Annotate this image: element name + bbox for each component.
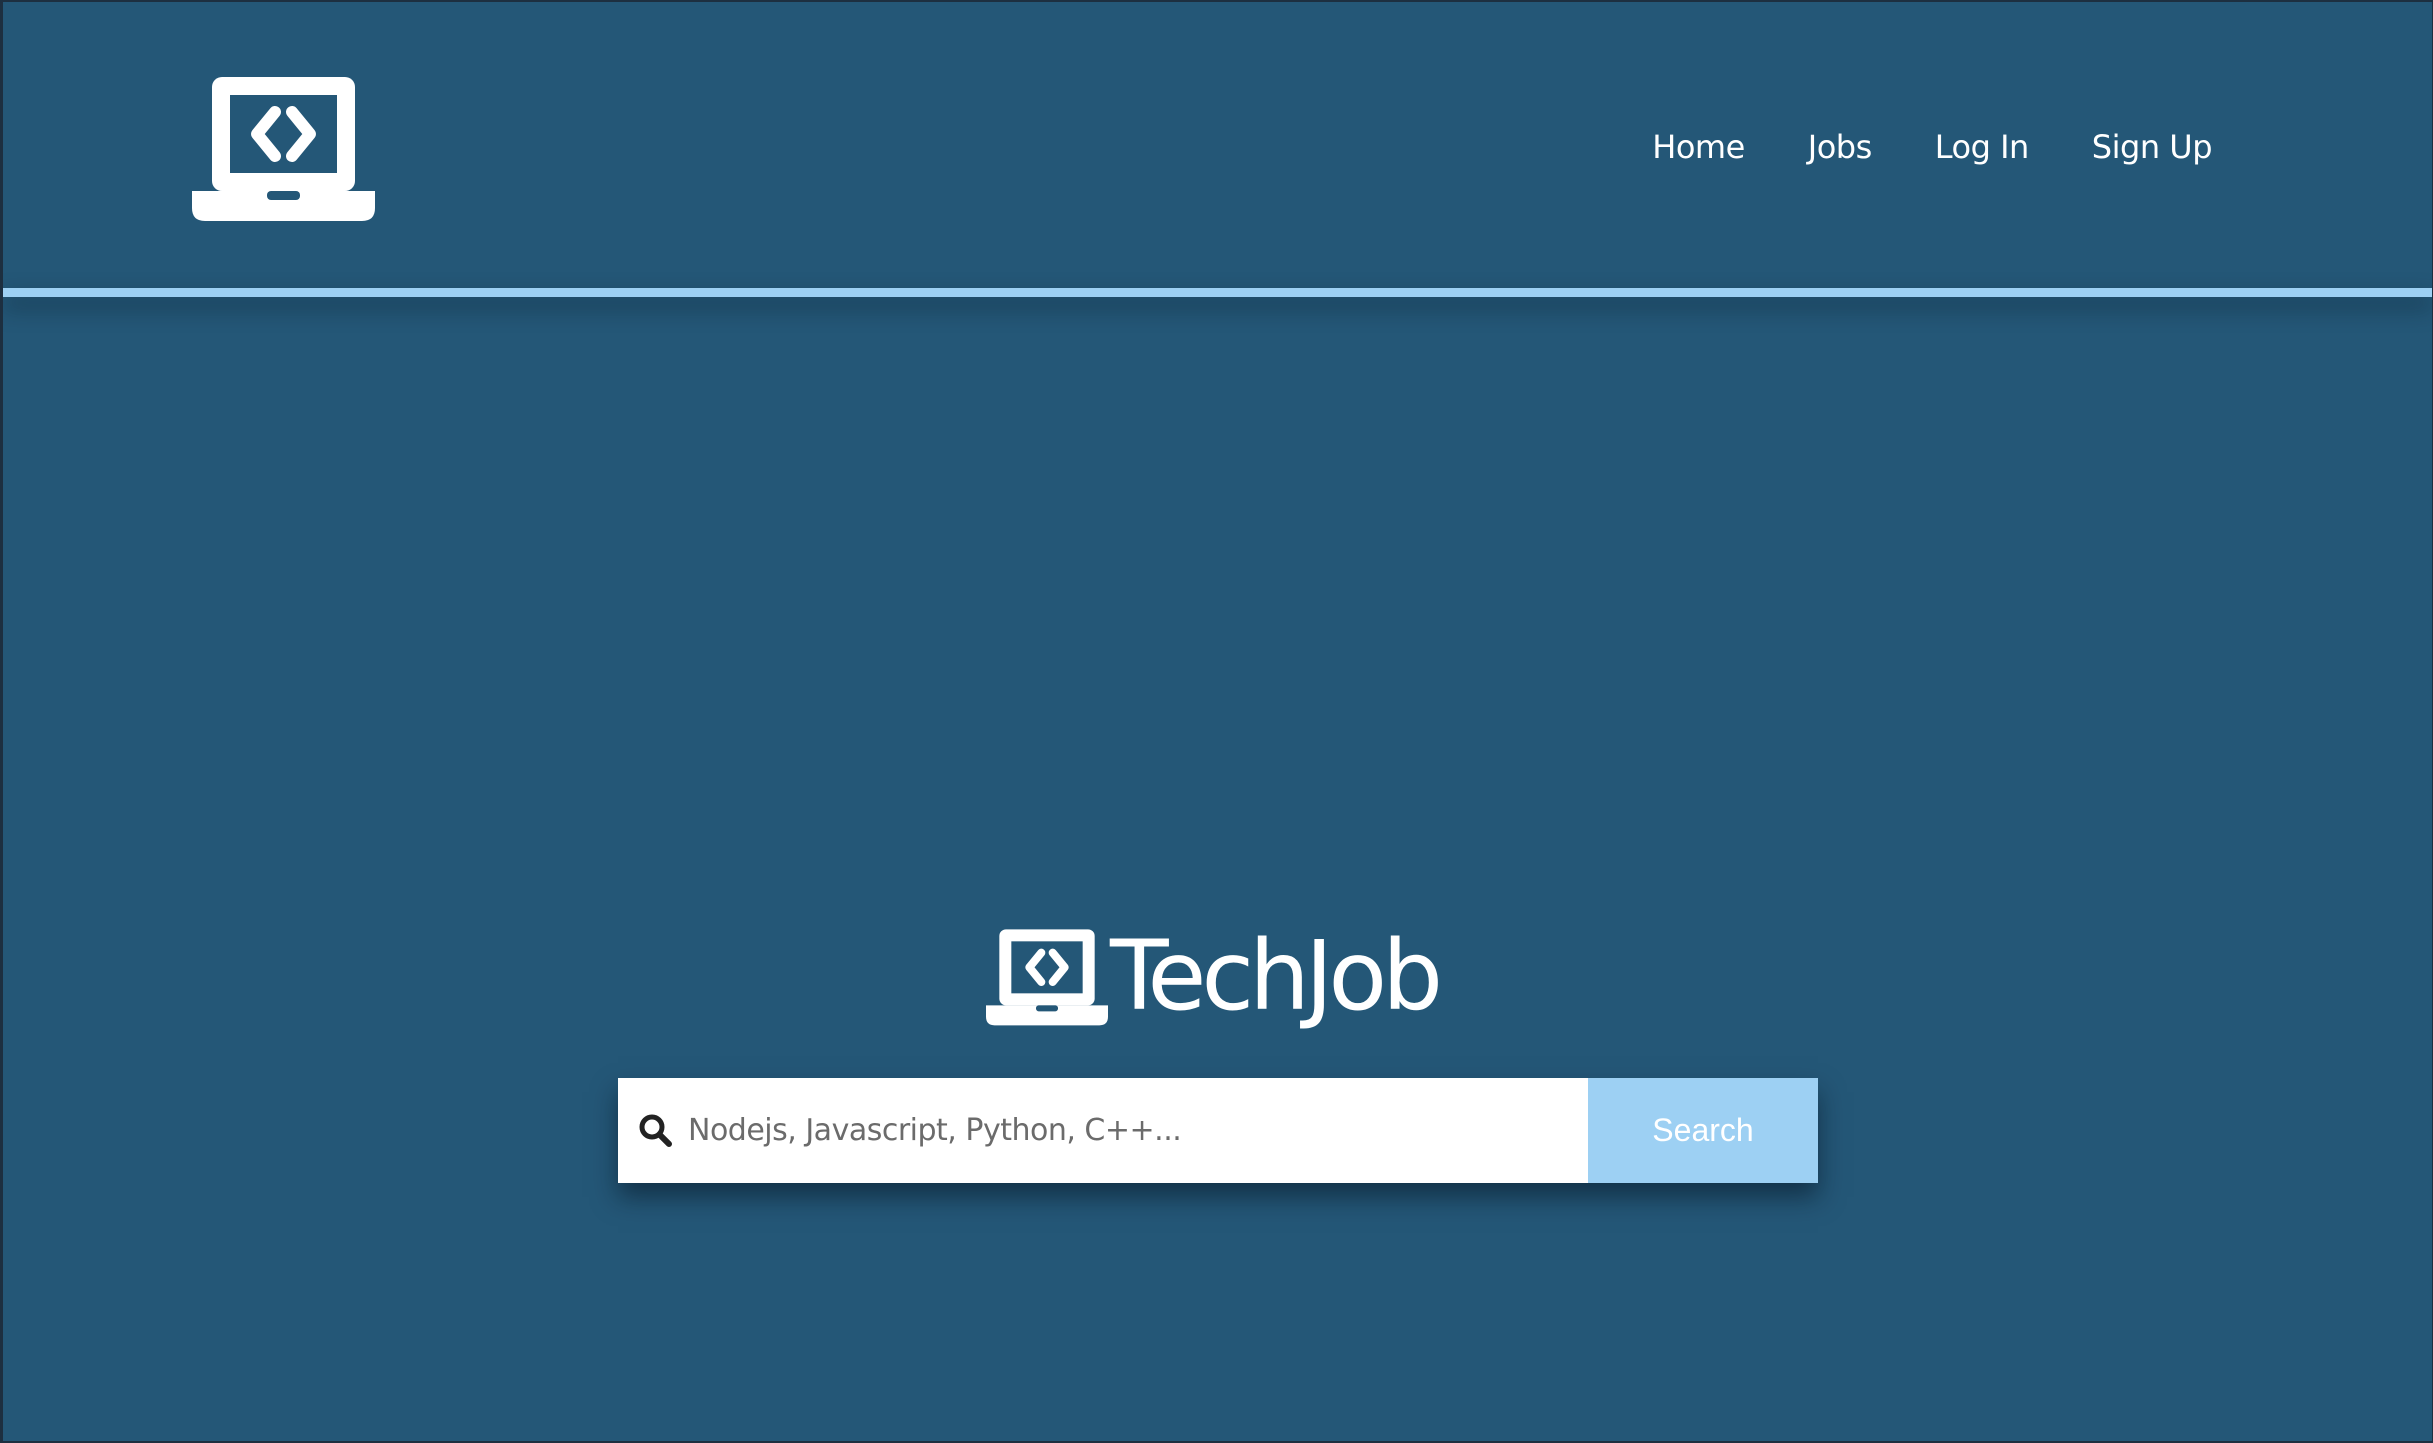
- brand-name: TechJob: [1110, 920, 1443, 1032]
- main-nav: Home Jobs Log In Sign Up: [1652, 122, 2212, 172]
- search-icon: [639, 1114, 672, 1147]
- hero-brand: TechJob: [986, 920, 1443, 1032]
- nav-login-link[interactable]: Log In: [1935, 122, 2030, 172]
- search-input[interactable]: [688, 1078, 1568, 1183]
- navbar: Home Jobs Log In Sign Up: [3, 2, 2432, 288]
- search-field[interactable]: [618, 1078, 1588, 1183]
- nav-signup-link[interactable]: Sign Up: [2092, 122, 2213, 172]
- search-bar: Search: [618, 1078, 1818, 1183]
- nav-home-link[interactable]: Home: [1652, 122, 1745, 172]
- nav-jobs-link[interactable]: Jobs: [1808, 122, 1873, 172]
- logo[interactable]: [192, 73, 375, 221]
- search-button[interactable]: Search: [1588, 1078, 1818, 1183]
- laptop-code-icon: [192, 77, 375, 221]
- page: Home Jobs Log In Sign Up TechJob Search: [3, 2, 2432, 1441]
- navbar-divider: [3, 288, 2432, 297]
- laptop-code-icon: [986, 929, 1108, 1026]
